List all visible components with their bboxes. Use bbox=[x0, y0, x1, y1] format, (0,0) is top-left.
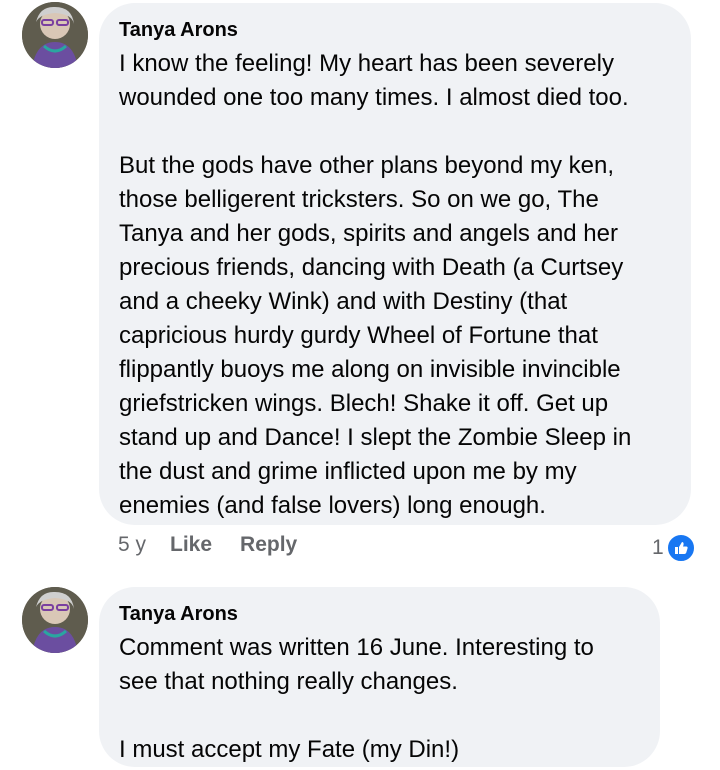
reaction-count: 1 bbox=[652, 536, 664, 559]
comment-text: I know the feeling! My heart has been se… bbox=[119, 50, 632, 519]
avatar-image bbox=[22, 2, 88, 68]
comment-text: Comment was written 16 June. Interesting… bbox=[119, 634, 594, 763]
like-button[interactable]: Like bbox=[170, 533, 212, 557]
comment-bubble: Tanya Arons Comment was written 16 June.… bbox=[99, 587, 660, 767]
comment-timestamp[interactable]: 5 y bbox=[118, 533, 146, 557]
comment-actions: 5 y Like Reply bbox=[118, 533, 325, 557]
avatar[interactable] bbox=[22, 587, 88, 653]
avatar[interactable] bbox=[22, 2, 88, 68]
reply-button[interactable]: Reply bbox=[240, 533, 297, 557]
comment-bubble: Tanya Arons I know the feeling! My heart… bbox=[99, 3, 691, 525]
reaction-summary[interactable]: 1 bbox=[652, 533, 696, 563]
comment-author[interactable]: Tanya Arons bbox=[119, 601, 638, 627]
thumbs-up-icon bbox=[665, 533, 696, 563]
comment-author[interactable]: Tanya Arons bbox=[119, 17, 669, 43]
avatar-image bbox=[22, 587, 88, 653]
